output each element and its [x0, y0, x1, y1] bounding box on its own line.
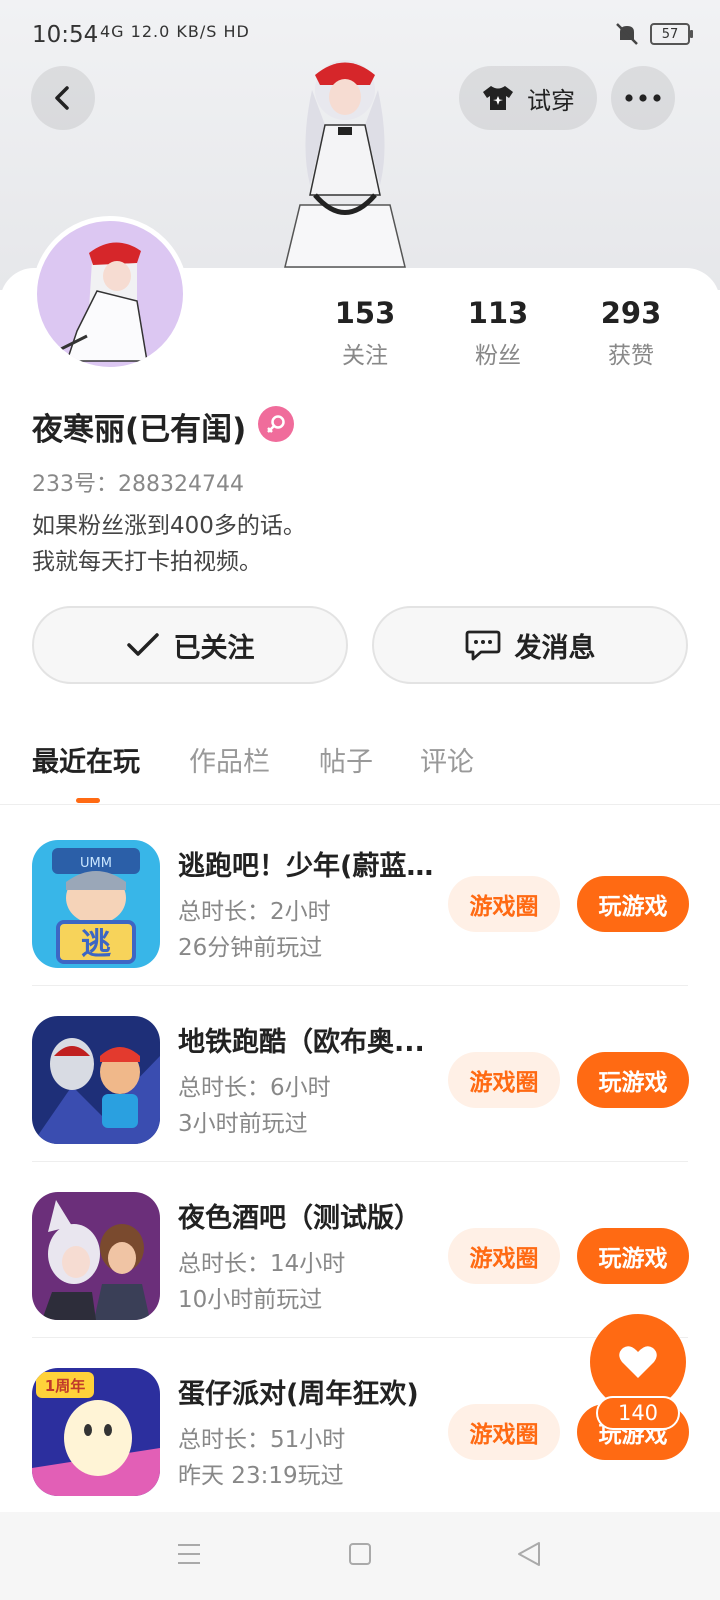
list-item[interactable]: 夜色酒吧（测试版） 总时长：14小时 10小时前玩过 游戏圈 玩游戏: [32, 1162, 689, 1338]
tab-active-indicator: [76, 798, 100, 803]
stat-following-label: 关注: [342, 343, 388, 369]
play-game-button[interactable]: 玩游戏: [577, 1228, 689, 1284]
profile-tabs: 最近在玩 作品栏 帖子 评论: [0, 740, 720, 805]
more-dots-icon: [625, 94, 661, 102]
chevron-left-icon: [55, 86, 69, 110]
following-label: 已关注: [173, 632, 255, 664]
tab-posts[interactable]: 帖子: [319, 740, 373, 779]
more-button[interactable]: [611, 66, 675, 130]
game-name: 逃跑吧！少年(蔚蓝...: [178, 851, 436, 882]
send-message-label: 发消息: [514, 632, 596, 664]
stat-likes[interactable]: 293 获赞: [571, 296, 691, 370]
game-last-played: 昨天 23:19玩过: [178, 1463, 344, 1489]
stat-following[interactable]: 153 关注: [305, 296, 425, 370]
bio-line-1: 如果粉丝涨到400多的话。: [32, 513, 306, 539]
status-bar: 10:54 4G 12.0 KB/S HD 57: [0, 18, 720, 54]
menu-icon[interactable]: [176, 1542, 202, 1566]
avatar[interactable]: [32, 216, 188, 372]
play-game-button[interactable]: 玩游戏: [577, 876, 689, 932]
status-right-group: 57: [614, 22, 693, 46]
stat-fans-value: 113: [467, 296, 529, 330]
system-nav-bar: [0, 1512, 720, 1600]
list-item[interactable]: UMM 逃 逃跑吧！少年(蔚蓝... 总时长：2小时 26分钟前玩过 游戏圈 玩…: [32, 810, 689, 986]
stat-following-value: 153: [334, 296, 396, 330]
game-duration: 总时长：51小时: [178, 1427, 346, 1453]
game-circle-button[interactable]: 游戏圈: [448, 1404, 560, 1460]
game-circle-button[interactable]: 游戏圈: [448, 1228, 560, 1284]
stat-fans[interactable]: 113 粉丝: [438, 296, 558, 370]
tab-comments[interactable]: 评论: [420, 740, 474, 779]
send-message-button[interactable]: 发消息: [372, 606, 688, 684]
chat-bubble-icon: [465, 630, 500, 661]
game-icon: [32, 1192, 160, 1320]
try-on-label: 试穿: [527, 86, 575, 115]
game-icon-badge: 逃: [81, 927, 111, 962]
game-last-played: 3小时前玩过: [178, 1111, 308, 1137]
game-circle-button[interactable]: 游戏圈: [448, 876, 560, 932]
back-triangle-icon[interactable]: [516, 1540, 542, 1568]
like-count: 140: [596, 1396, 680, 1430]
shirt-icon: [483, 86, 513, 110]
mute-icon: [616, 23, 638, 45]
game-icon-text: UMM: [80, 856, 112, 871]
play-game-button[interactable]: 玩游戏: [577, 1052, 689, 1108]
user-id: 233号：288324744: [32, 472, 244, 497]
stat-likes-label: 获赞: [608, 343, 654, 369]
home-square-icon[interactable]: [348, 1542, 372, 1566]
stat-fans-label: 粉丝: [475, 343, 521, 369]
tab-recently-played[interactable]: 最近在玩: [32, 740, 140, 779]
game-name: 蛋仔派对(周年狂欢): [178, 1379, 419, 1410]
game-duration: 总时长：6小时: [178, 1075, 331, 1101]
following-button[interactable]: 已关注: [32, 606, 348, 684]
battery-icon: 57: [650, 23, 693, 45]
back-button[interactable]: [31, 66, 95, 130]
game-icon: UMM 逃: [32, 840, 160, 968]
game-duration: 总时长：14小时: [178, 1251, 346, 1277]
game-icon: 1周年: [32, 1368, 160, 1496]
game-last-played: 10小时前玩过: [178, 1287, 323, 1313]
status-network-info: 4G 12.0 KB/S HD: [100, 22, 250, 41]
game-icon-badge: 1周年: [45, 1377, 85, 1395]
username: 夜寒丽(已有闺): [32, 412, 247, 448]
bio-line-2: 我就每天打卡拍视频。: [32, 549, 262, 575]
status-time: 10:54: [32, 22, 99, 48]
try-on-button[interactable]: 试穿: [459, 66, 597, 130]
avatar-3d-figure: [284, 60, 406, 268]
game-name: 地铁跑酷（欧布奥...: [178, 1027, 425, 1058]
stat-likes-value: 293: [600, 296, 662, 330]
female-icon: [258, 406, 294, 442]
game-circle-button[interactable]: 游戏圈: [448, 1052, 560, 1108]
game-last-played: 26分钟前玩过: [178, 935, 323, 961]
game-duration: 总时长：2小时: [178, 899, 331, 925]
tab-works[interactable]: 作品栏: [189, 740, 270, 779]
game-icon: [32, 1016, 160, 1144]
list-item[interactable]: 地铁跑酷（欧布奥... 总时长：6小时 3小时前玩过 游戏圈 玩游戏: [32, 986, 689, 1162]
game-name: 夜色酒吧（测试版）: [178, 1203, 421, 1234]
check-icon: [126, 633, 159, 656]
heart-icon: [619, 1346, 657, 1378]
bio: 如果粉丝涨到400多的话。 我就每天打卡拍视频。: [32, 508, 306, 580]
avatar-figure-image: [56, 242, 148, 362]
